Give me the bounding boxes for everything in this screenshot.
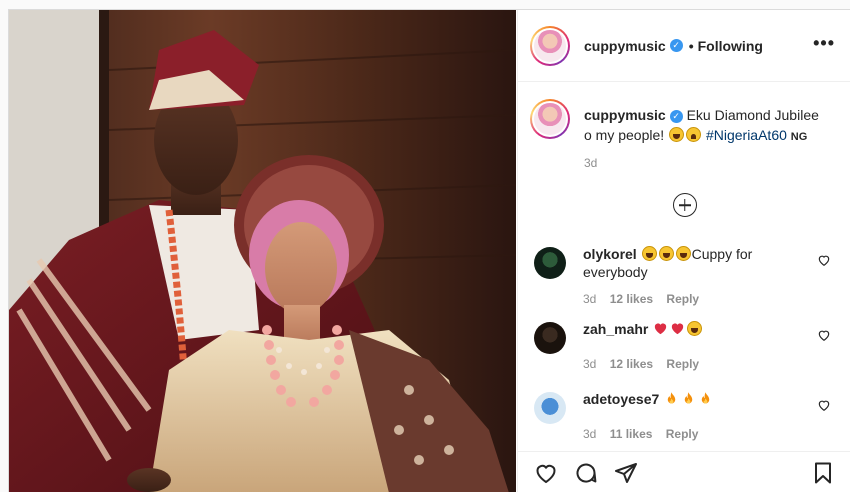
post-sidebar: cuppymusic ✓ • Following ••• cuppymusic ✓… — [517, 10, 850, 492]
like-comment-heart-icon[interactable] — [817, 398, 831, 412]
comment-meta: 3d 12 likes Reply — [583, 292, 803, 306]
comment-item: zah_mahr 3d 12 likes Reply — [518, 320, 850, 390]
post-photo[interactable] — [9, 10, 516, 492]
reply-button[interactable]: Reply — [666, 427, 699, 441]
like-comment-heart-icon[interactable] — [817, 328, 831, 342]
hashtag-link[interactable]: #NigeriaAt60 — [706, 127, 787, 143]
commenter-username[interactable]: zah_mahr — [583, 321, 648, 337]
red-heart-emoji-icon — [672, 323, 684, 335]
caption-text: cuppymusic ✓ Eku Diamond Jubilee o my peo… — [584, 99, 824, 147]
comment-item: olykorel Cuppy for everybody 3d 12 likes… — [518, 245, 850, 320]
more-options-icon[interactable]: ••• — [813, 34, 835, 52]
comment-text: olykorel Cuppy for everybody — [583, 245, 803, 281]
crying-emoji-icon — [686, 127, 702, 142]
comment-likes[interactable]: 12 likes — [610, 292, 653, 306]
separator-dot: • — [688, 37, 694, 54]
comments-scroll-area[interactable]: cuppymusic ✓ Eku Diamond Jubilee o my peo… — [518, 83, 850, 451]
following-button[interactable]: Following — [698, 38, 763, 54]
post-action-bar — [518, 451, 850, 492]
author-username[interactable]: cuppymusic — [584, 38, 666, 54]
laughing-emoji-icon — [669, 127, 685, 142]
comment-meta: 3d 12 likes Reply — [583, 357, 803, 371]
comment-text: adetoyese7 — [583, 390, 803, 408]
comment-likes[interactable]: 12 likes — [610, 357, 653, 371]
comment-likes[interactable]: 11 likes — [610, 427, 653, 441]
commenter-avatar[interactable] — [534, 322, 566, 354]
caption-avatar[interactable] — [530, 99, 570, 139]
post-caption: cuppymusic ✓ Eku Diamond Jubilee o my peo… — [518, 83, 850, 170]
fire-emoji-icon — [684, 392, 693, 404]
fire-emoji-icon — [667, 392, 676, 404]
commenter-avatar[interactable] — [534, 392, 566, 424]
post-modal: cuppymusic ✓ • Following ••• cuppymusic ✓… — [8, 9, 850, 492]
country-tag: NG — [790, 131, 808, 143]
bookmark-icon[interactable] — [811, 461, 835, 485]
caption-timestamp[interactable]: 3d — [584, 156, 824, 170]
commenter-username[interactable]: adetoyese7 — [583, 391, 659, 407]
laughing-emoji-icon — [675, 246, 691, 261]
laughing-emoji-icon — [658, 246, 674, 261]
reply-button[interactable]: Reply — [666, 292, 699, 306]
commenter-avatar[interactable] — [534, 247, 566, 279]
verified-badge-icon: ✓ — [669, 110, 683, 123]
comment-icon[interactable] — [574, 461, 598, 485]
plus-circle-icon[interactable] — [672, 193, 697, 217]
commenter-username[interactable]: olykorel — [583, 246, 637, 262]
comment-text: zah_mahr — [583, 320, 803, 338]
comment-meta: 3d 11 likes Reply — [583, 427, 803, 441]
reply-button[interactable]: Reply — [666, 357, 699, 371]
share-icon[interactable] — [614, 461, 638, 485]
comment-time[interactable]: 3d — [583, 292, 596, 306]
post-header: cuppymusic ✓ • Following ••• — [518, 10, 850, 82]
heart-icon[interactable] — [534, 461, 558, 485]
red-heart-emoji-icon — [655, 323, 667, 335]
author-avatar[interactable] — [530, 25, 570, 66]
laughing-emoji-icon — [687, 321, 703, 336]
like-comment-heart-icon[interactable] — [817, 253, 831, 267]
comment-item: adetoyese7 3d 11 likes Reply — [518, 390, 850, 451]
post-photo-illustration — [9, 10, 516, 492]
laughing-emoji-icon — [641, 246, 657, 261]
comment-time[interactable]: 3d — [583, 427, 596, 441]
comment-list: olykorel Cuppy for everybody 3d 12 likes… — [518, 245, 850, 451]
caption-username[interactable]: cuppymusic — [584, 107, 666, 123]
comment-time[interactable]: 3d — [583, 357, 596, 371]
verified-badge-icon: ✓ — [669, 39, 683, 52]
fire-emoji-icon — [701, 392, 710, 404]
